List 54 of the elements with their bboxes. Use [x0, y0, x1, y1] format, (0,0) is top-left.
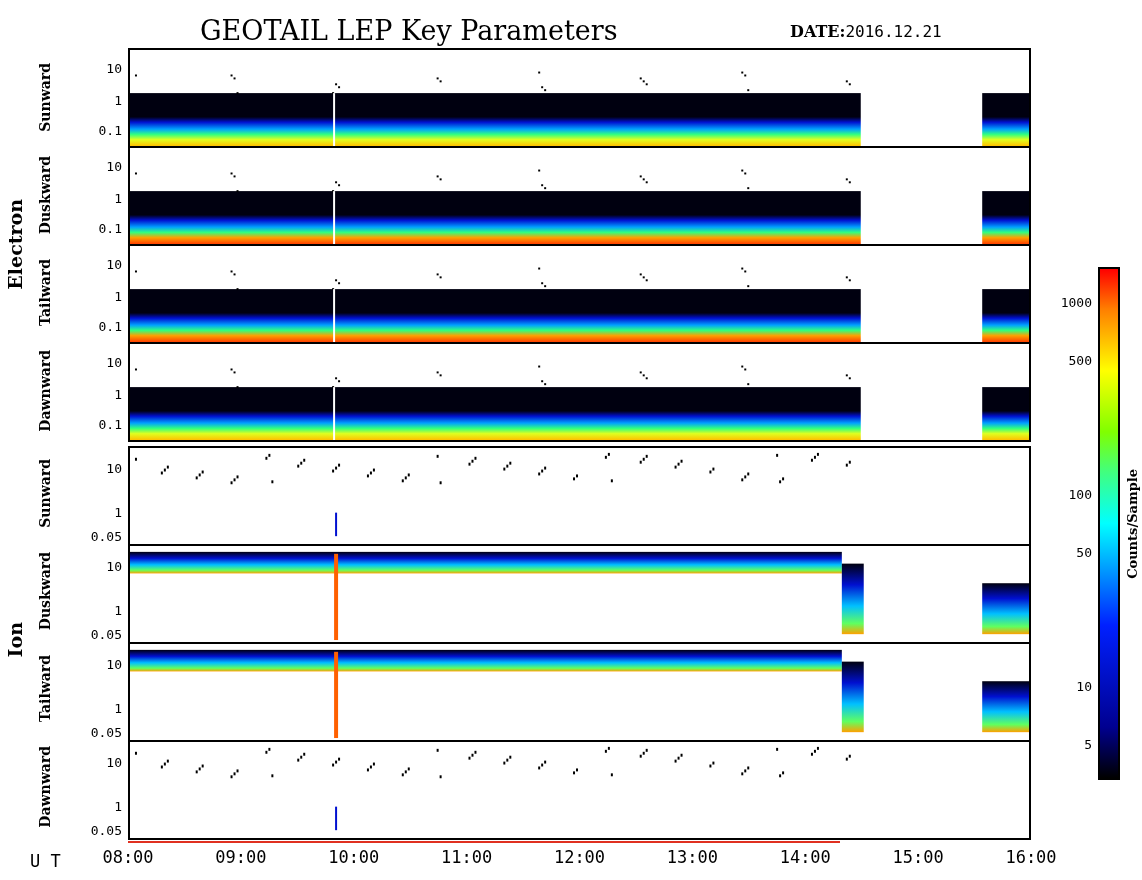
y-tick-label: 10	[106, 159, 122, 173]
x-tick-label: 15:00	[892, 849, 944, 866]
y-tick-label: 1	[114, 93, 122, 107]
colorbar-tick-label: 10	[1076, 679, 1092, 693]
y-tick-label: 1	[114, 191, 122, 205]
x-axis-label: U T	[30, 851, 61, 871]
colorbar-tick-label: 5	[1084, 737, 1092, 751]
y-tick-label: 0.05	[90, 725, 122, 739]
y-tick-label: 10	[106, 657, 122, 671]
y-tick-label: 0.05	[90, 627, 122, 641]
y-tick-label: 0.05	[90, 823, 122, 837]
y-tick-label: 1	[114, 603, 122, 617]
x-tick-label: 14:00	[779, 849, 831, 866]
colorbar-tick-label: 100	[1068, 487, 1092, 501]
y-tick-label: 0.1	[98, 221, 122, 235]
panel-label: Duskward	[35, 155, 54, 235]
chart-title: GEOTAIL LEP Key Parameters	[200, 17, 619, 44]
y-tick-label: 1	[114, 505, 122, 519]
group-label: Ion	[2, 622, 27, 658]
date-label: DATE:	[790, 21, 846, 43]
group-label: Electron	[2, 198, 27, 290]
y-tick-label: 0.1	[98, 417, 122, 431]
y-tick-label: 1	[114, 799, 122, 813]
x-tick-label: 16:00	[1005, 849, 1057, 866]
panel-label: Tailward	[35, 655, 54, 723]
x-tick-label: 13:00	[666, 849, 718, 866]
y-tick-label: 10	[106, 355, 122, 369]
colorbar-tick-label: 50	[1076, 545, 1092, 559]
panel-label: Dawnward	[35, 746, 54, 828]
y-tick-label: 10	[106, 257, 122, 271]
panel-label: Sunward	[35, 62, 54, 132]
y-tick-label: 10	[106, 61, 122, 75]
panel-label: Duskward	[35, 551, 54, 631]
y-tick-label: 1	[114, 289, 122, 303]
y-tick-label: 1	[114, 701, 122, 715]
x-tick-label: 09:00	[215, 849, 267, 866]
panel-label: Sunward	[35, 458, 54, 528]
x-tick-label: 08:00	[102, 849, 154, 866]
y-tick-label: 0.1	[98, 319, 122, 333]
x-tick-label: 11:00	[441, 849, 493, 866]
panel-label: Tailward	[35, 259, 54, 327]
colorbar-label: Counts/Sample	[1123, 468, 1141, 579]
y-tick-label: 10	[106, 461, 122, 475]
y-tick-label: 0.05	[90, 529, 122, 543]
y-tick-label: 1	[114, 387, 122, 401]
colorbar-tick-label: 1000	[1060, 295, 1092, 309]
date-value: 2016.12.21	[845, 21, 942, 43]
panel-label: Dawnward	[35, 350, 54, 432]
colorbar-tick-label: 500	[1068, 353, 1092, 367]
x-tick-label: 12:00	[553, 849, 606, 866]
y-tick-label: 10	[106, 755, 122, 769]
x-tick-label: 10:00	[328, 849, 380, 866]
y-tick-label: 0.1	[98, 123, 122, 137]
y-tick-label: 10	[106, 559, 122, 573]
